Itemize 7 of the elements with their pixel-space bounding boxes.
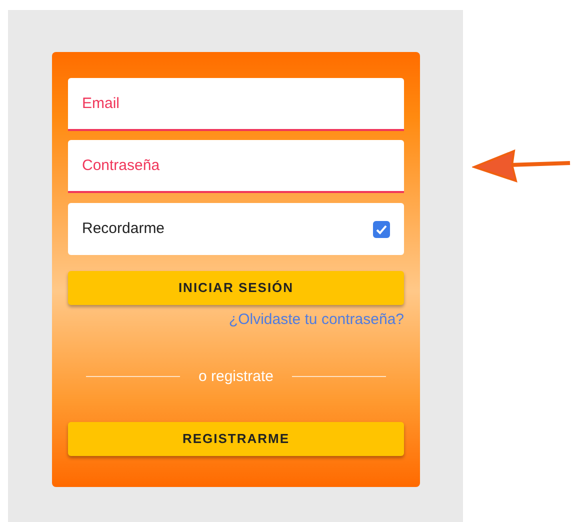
email-field[interactable]: Email	[68, 78, 404, 131]
register-button[interactable]: REGISTRARME	[68, 422, 404, 456]
remember-label: Recordarme	[82, 218, 165, 239]
login-button[interactable]: INICIAR SESIÓN	[68, 271, 404, 305]
remember-checkbox[interactable]	[373, 220, 390, 238]
divider-text: o registrate	[198, 366, 274, 386]
password-field[interactable]: Contraseña	[68, 140, 404, 193]
